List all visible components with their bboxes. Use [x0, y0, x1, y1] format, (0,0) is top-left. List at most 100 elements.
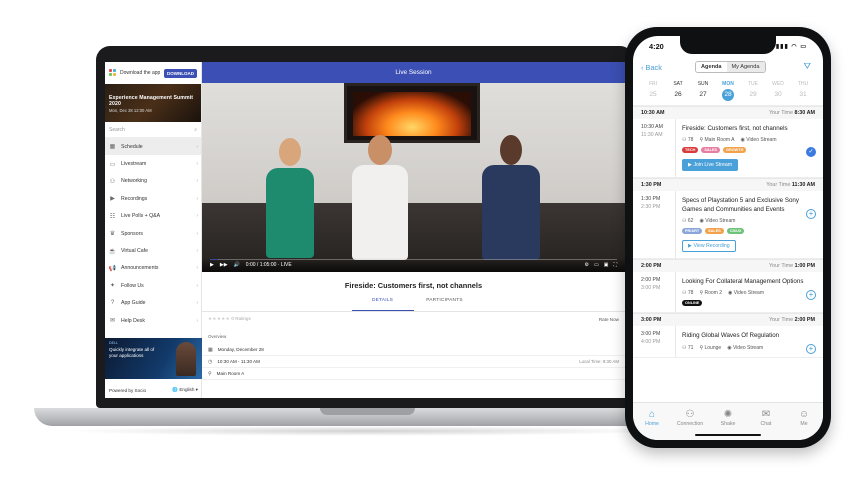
sidebar-item-networking[interactable]: ⚇ Networking › — [105, 173, 201, 190]
your-time-value: 11:30 AM — [791, 182, 815, 189]
captions-icon[interactable]: ▭ — [594, 262, 599, 268]
day-selector: FRI 25 SAT 26 SUN 27 MON 28 TUE 29 WED 30 THU 31 — [633, 78, 823, 106]
add-to-agenda-icon[interactable]: + — [806, 344, 816, 355]
attendee-count: ⚇ 78 — [682, 290, 693, 296]
download-app-bar: Download the app DOWNLOAD — [105, 62, 201, 84]
pip-icon[interactable]: ▣ — [604, 262, 609, 268]
timezone-row: 3:00 PM Your Time 2:00 PM — [633, 313, 823, 327]
sidebar-item-live-polls-q-a[interactable]: ☷ Live Polls + Q&A › — [105, 208, 201, 225]
chevron-right-icon: › — [196, 248, 198, 255]
day-label: SUN — [697, 81, 709, 87]
sidebar-item-recordings[interactable]: ▶ Recordings › — [105, 190, 201, 207]
back-button[interactable]: ‹ Back — [641, 63, 662, 72]
sidebar-item-follow-us[interactable]: ✦ Follow Us › — [105, 277, 201, 294]
sidebar-item-help-desk[interactable]: ✉ Help Desk › — [105, 312, 201, 329]
sidebar-item-label: Networking — [121, 178, 147, 185]
laptop-shadow — [60, 426, 670, 436]
view-recording-button[interactable]: ▶ View Recording — [682, 240, 736, 253]
sponsor-promo-banner[interactable]: DELL Quickly integrate all of your appli… — [105, 338, 202, 379]
day-sat[interactable]: SAT 26 — [668, 78, 688, 105]
tab-home[interactable]: ⌂ Home — [637, 408, 667, 440]
play-icon: ▶ — [688, 243, 692, 250]
sidebar-item-virtual-cafe[interactable]: ☕ Virtual Cafe › — [105, 242, 201, 259]
session-title: Fireside: Customers first, not channels — [344, 280, 483, 290]
join-live-stream-button[interactable]: ▶ Join Live Stream — [682, 159, 739, 172]
people-icon: ⚇ — [682, 290, 687, 297]
tab-label: Home — [645, 421, 659, 427]
day-wed[interactable]: WED 30 — [768, 78, 788, 105]
volume-icon[interactable]: 🔊 — [234, 262, 240, 268]
segment-my-agenda[interactable]: My Agenda — [726, 62, 765, 72]
status-clock: 4:20 — [649, 41, 664, 51]
filter-icon[interactable]: ⛛ — [803, 61, 811, 72]
session-time: 3:00 PM 4:00 PM — [633, 326, 675, 356]
sidebar-footer: Powered by Socio 🌐 English ▾ — [105, 382, 202, 398]
day-number: 31 — [799, 91, 807, 98]
settings-icon[interactable]: ⚙ — [585, 262, 589, 268]
added-check-icon[interactable]: ✓ — [806, 147, 816, 157]
agenda-session[interactable]: 10:30 AM 11:30 AM Fireside: Customers firs… — [633, 119, 823, 179]
chevron-right-icon: › — [196, 161, 198, 168]
tag-badge: GROWTH — [723, 147, 747, 154]
sidebar-item-announcements[interactable]: 📢 Announcements › — [105, 260, 201, 277]
day-thu[interactable]: THU 31 — [793, 78, 813, 105]
sidebar-item-sponsors[interactable]: ♛ Sponsors › — [105, 225, 201, 242]
video-player[interactable]: ▶ ▶▶ 🔊 0:00 / 1:05:00 · LIVE ⚙ ▭ ▣ ⛶ — [202, 83, 625, 272]
rating-row: ★★★★★ 0 Ratings Rate Now — [202, 312, 625, 326]
day-tue[interactable]: TUE 29 — [743, 78, 763, 105]
segment-agenda[interactable]: Agenda — [696, 62, 727, 72]
add-to-agenda-icon[interactable]: + — [806, 209, 816, 220]
people-icon: ⚇ — [682, 218, 687, 225]
day-mon[interactable]: MON 28 — [718, 78, 738, 105]
agenda-session[interactable]: 3:00 PM 4:00 PM Riding Global Waves Of Reg… — [633, 326, 823, 358]
day-label: WED — [772, 81, 784, 87]
rating-stars-icon[interactable]: ★★★★★ — [208, 316, 230, 321]
sidebar-menu: ▦ Schedule › ▭ Livestream › ⚇ Networking › ▶ Recor… — [105, 138, 201, 329]
session-card[interactable]: Looking For Collateral Management Option… — [675, 272, 823, 313]
sidebar-item-schedule[interactable]: ▦ Schedule › — [105, 138, 201, 156]
sidebar-item-app-guide[interactable]: ? App Guide › — [105, 295, 201, 312]
laptop-screen: Download the app DOWNLOAD Experience Man… — [105, 62, 625, 398]
session-title: Fireside: Customers first, not channels — [682, 125, 788, 132]
session-card[interactable]: Riding Global Waves Of Regulation ⚇ 71 ⚲ L… — [675, 326, 823, 357]
promo-person-image — [176, 342, 196, 376]
add-to-agenda-icon[interactable]: + — [806, 290, 816, 301]
trophy-icon: ♛ — [109, 231, 116, 238]
day-sun[interactable]: SUN 27 — [693, 78, 713, 105]
play-icon[interactable]: ▶ — [210, 262, 214, 268]
tab-participants[interactable]: PARTICIPANTS — [414, 298, 476, 311]
sidebar-search-input[interactable]: Search ⌕ — [105, 122, 201, 138]
shake-icon: ✺ — [723, 409, 733, 420]
download-button[interactable]: DOWNLOAD — [164, 68, 197, 78]
monitor-icon: ▭ — [109, 161, 116, 168]
tag-badge: PR/ART — [682, 228, 703, 235]
tab-details[interactable]: DETAILS — [351, 298, 414, 311]
people-icon: ⚇ — [682, 137, 687, 144]
session-stream: ◉ Video Stream — [728, 290, 764, 296]
day-fri[interactable]: FRI 25 — [643, 78, 663, 105]
local-time: Your Time 11:30 AM — [766, 182, 815, 188]
calendar-icon: ▦ — [208, 346, 213, 353]
skip-icon[interactable]: ▶▶ — [220, 262, 228, 268]
event-date: Mon, Dec 28 12:00 AM — [109, 108, 152, 113]
room-name: Main Room A — [704, 137, 735, 144]
language-select[interactable]: 🌐 English ▾ — [172, 387, 198, 393]
sidebar-item-label: Schedule — [121, 143, 143, 150]
session-card[interactable]: Specs of Playstation 5 and Exclusive Son… — [675, 191, 823, 259]
agenda-session[interactable]: 1:30 PM 2:30 PM Specs of Playstation 5 and… — [633, 191, 823, 260]
chevron-right-icon: › — [196, 143, 198, 150]
sidebar-item-label: App Guide — [121, 300, 146, 307]
main-header: Live Session — [202, 62, 625, 83]
day-number: 28 — [722, 89, 734, 101]
fullscreen-icon[interactable]: ⛶ — [613, 262, 617, 268]
sidebar-item-livestream[interactable]: ▭ Livestream › — [105, 155, 201, 172]
tab-me[interactable]: ☺ Me — [789, 408, 819, 440]
tab-label: Chat — [760, 421, 772, 427]
location-row: ⚲ Main Room A — [202, 368, 625, 380]
your-time-value: 1:00 PM — [794, 263, 815, 270]
agenda-session[interactable]: 2:00 PM 3:00 PM Looking For Collateral Man… — [633, 272, 823, 314]
session-card[interactable]: Fireside: Customers first, not channels ⚇… — [675, 119, 823, 178]
slot-start-time: 10:30 AM — [641, 110, 665, 116]
rate-now-link[interactable]: Rate Now — [599, 317, 619, 322]
session-meta: ⚇ 78 ⚲ Room 2 ◉ Video Stream — [682, 290, 805, 296]
